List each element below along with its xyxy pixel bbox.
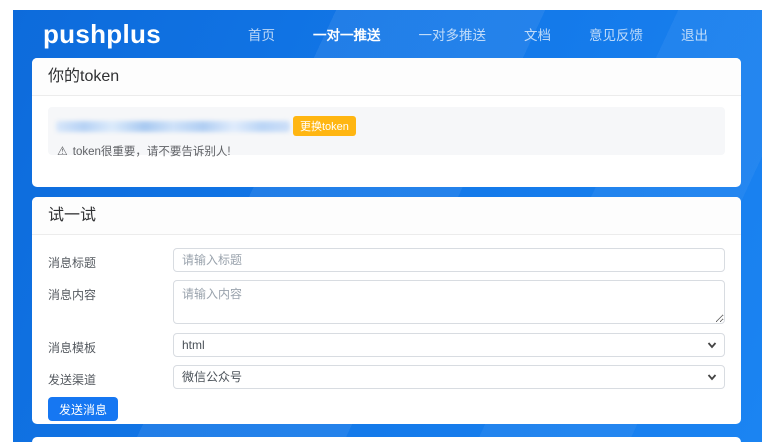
form-row-title: 消息标题 xyxy=(48,248,725,272)
warning-triangle-icon: ⚠ xyxy=(57,145,68,157)
channel-label: 发送渠道 xyxy=(48,365,173,388)
form-row-template: 消息模板 html xyxy=(48,333,725,357)
template-label: 消息模板 xyxy=(48,333,173,356)
token-value-redacted xyxy=(56,121,290,132)
form-row-content: 消息内容 xyxy=(48,280,725,324)
change-token-button[interactable]: 更换token xyxy=(293,116,356,136)
nav-item-docs[interactable]: 文档 xyxy=(524,24,551,44)
content-label: 消息内容 xyxy=(48,280,173,303)
form-row-channel: 发送渠道 微信公众号 xyxy=(48,365,725,389)
brand-logo[interactable]: pushplus xyxy=(43,19,161,50)
token-card: 你的token 更换token ⚠ token很重要，请不要告诉别人! xyxy=(32,58,741,187)
try-card-title: 试一试 xyxy=(32,197,741,235)
nav-item-home[interactable]: 首页 xyxy=(248,24,275,44)
next-card-top-edge xyxy=(32,437,741,442)
nav-item-one-to-one[interactable]: 一对一推送 xyxy=(313,24,381,44)
message-form: 消息标题 消息内容 消息模板 html xyxy=(32,235,741,421)
top-nav-bar: pushplus 首页 一对一推送 一对多推送 文档 意见反馈 退出 xyxy=(13,10,762,58)
send-message-button[interactable]: 发送消息 xyxy=(48,397,118,421)
token-card-body: 更换token ⚠ token很重要，请不要告诉别人! xyxy=(32,96,741,166)
template-select[interactable]: html xyxy=(173,333,725,357)
channel-select[interactable]: 微信公众号 xyxy=(173,365,725,389)
content-textarea[interactable] xyxy=(173,280,725,324)
page-background: pushplus 首页 一对一推送 一对多推送 文档 意见反馈 退出 你的tok… xyxy=(13,10,762,442)
token-warning: ⚠ token很重要，请不要告诉别人! xyxy=(56,143,717,159)
title-label: 消息标题 xyxy=(48,248,173,271)
main-nav: 首页 一对一推送 一对多推送 文档 意见反馈 退出 xyxy=(248,24,708,44)
try-card: 试一试 消息标题 消息内容 消息模板 html xyxy=(32,197,741,424)
token-warning-text: token很重要，请不要告诉别人! xyxy=(73,143,231,159)
token-card-title: 你的token xyxy=(32,58,741,96)
nav-item-feedback[interactable]: 意见反馈 xyxy=(589,24,643,44)
nav-item-one-to-many[interactable]: 一对多推送 xyxy=(419,24,487,44)
nav-item-logout[interactable]: 退出 xyxy=(681,24,708,44)
token-box: 更换token ⚠ token很重要，请不要告诉别人! xyxy=(48,107,725,155)
title-input[interactable] xyxy=(173,248,725,272)
